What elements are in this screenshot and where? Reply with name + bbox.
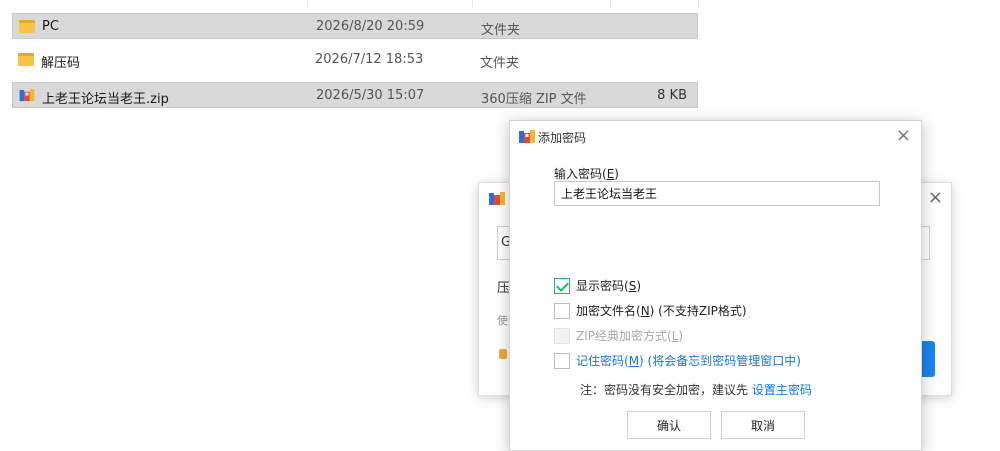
folder-icon: [19, 20, 35, 33]
file-date: 2026/5/30 15:07: [316, 88, 425, 103]
folder-icon: [18, 53, 34, 66]
show-password-checkbox[interactable]: 显示密码(S): [554, 277, 641, 294]
zip-archive-icon: [19, 89, 35, 102]
show-password-label: 显示密码(S): [576, 279, 641, 293]
checkbox-checked[interactable]: [554, 277, 570, 294]
file-name: PC: [42, 19, 59, 34]
remember-password-checkbox[interactable]: 记住密码(M) (将会备忘到密码管理窗口中): [554, 352, 801, 369]
file-date: 2026/8/20 20:59: [316, 19, 425, 34]
encrypt-filenames-checkbox[interactable]: 加密文件名(N) (不支持ZIP格式): [554, 302, 747, 319]
password-label: 输入密码(E): [554, 167, 619, 181]
file-date: 2026/7/12 18:53: [315, 52, 424, 67]
file-name: 上老王论坛当老王.zip: [42, 92, 169, 107]
background-label: 使: [497, 314, 508, 327]
zip-archive-icon: [489, 192, 505, 205]
zip-archive-icon: [519, 130, 535, 143]
add-password-dialog: 添加密码 × 输入密码(E) 上老王论坛当老王 显示密码(S) 加密文件名(N)…: [509, 120, 922, 451]
password-input[interactable]: 上老王论坛当老王: [554, 181, 880, 206]
column-divider: [610, 0, 611, 7]
set-master-password-link[interactable]: 设置主密码: [752, 383, 812, 397]
file-size: 8 KB: [657, 88, 687, 103]
file-type: 文件夹: [481, 23, 521, 38]
close-icon[interactable]: ×: [928, 187, 943, 208]
column-divider: [472, 0, 473, 7]
checkbox-disabled: [554, 327, 570, 344]
file-row-pc[interactable]: PC 2026/8/20 20:59 文件夹: [12, 13, 698, 39]
security-note: 注：密码没有安全加密，建议先 设置主密码: [580, 383, 812, 397]
remember-password-label: 记住密码(M) (将会备忘到密码管理窗口中): [576, 354, 801, 368]
zip-classic-label: ZIP经典加密方式(L): [576, 329, 684, 343]
column-divider: [307, 0, 308, 7]
file-row-unzip-code[interactable]: 解压码 2026/7/12 18:53 文件夹: [12, 47, 698, 73]
lock-icon: [499, 349, 507, 359]
checkbox-unchecked[interactable]: [554, 352, 570, 369]
file-row-zip[interactable]: 上老王论坛当老王.zip 2026/5/30 15:07 360压缩 ZIP 文…: [12, 82, 698, 108]
zip-classic-encryption-checkbox: ZIP经典加密方式(L): [554, 327, 683, 344]
encrypt-filenames-label: 加密文件名(N) (不支持ZIP格式): [576, 304, 747, 318]
file-type: 360压缩 ZIP 文件: [481, 92, 587, 107]
dialog-titlebar: 添加密码 ×: [510, 121, 921, 153]
file-name: 解压码: [41, 56, 81, 71]
column-divider: [698, 0, 699, 7]
close-icon[interactable]: ×: [896, 125, 911, 146]
ok-button[interactable]: 确认: [627, 411, 711, 439]
file-type: 文件夹: [480, 56, 520, 71]
checkbox-unchecked[interactable]: [554, 302, 570, 319]
dialog-title: 添加密码: [538, 131, 587, 145]
cancel-button[interactable]: 取消: [721, 411, 805, 439]
